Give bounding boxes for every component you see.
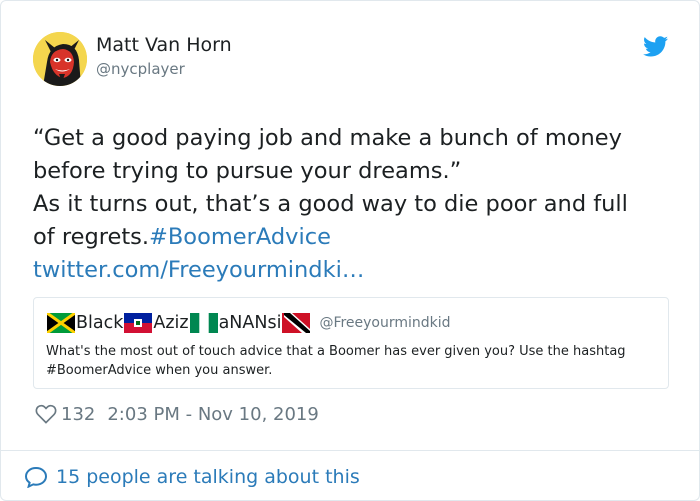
author-screen-name[interactable]: @nycplayer <box>96 60 185 78</box>
speech-bubble-icon <box>24 466 48 488</box>
divider <box>1 450 699 451</box>
conversation-link[interactable]: 15 people are talking about this <box>24 463 360 491</box>
heart-icon[interactable] <box>35 404 57 424</box>
jamaica-flag-icon <box>47 313 75 333</box>
haiti-flag-icon <box>124 313 153 333</box>
nigeria-flag-icon <box>189 313 218 333</box>
tweet-line: before trying to pursue your dreams.” <box>33 158 462 184</box>
tweet-line: “Get a good paying job and make a bunch … <box>33 125 622 151</box>
conversation-text[interactable]: 15 people are talking about this <box>56 466 360 488</box>
tweet-url-link[interactable]: twitter.com/Freeyourmindki… <box>33 254 678 287</box>
trinidad-flag-icon <box>282 313 311 333</box>
quoted-name-part[interactable]: aNANsi <box>219 313 282 333</box>
quoted-tweet-header: Black Aziz aNANsi @Freeyourmindkid <box>46 311 451 335</box>
tweet-text: “Get a good paying job and make a bunch … <box>33 122 678 287</box>
devil-avatar-icon <box>33 32 87 86</box>
quoted-name-part[interactable]: Aziz <box>153 313 188 333</box>
embedded-tweet-card: Matt Van Horn @nycplayer “Get a good pay… <box>0 0 700 501</box>
quoted-name-part[interactable]: Black <box>76 313 123 333</box>
twitter-bird-icon[interactable] <box>643 36 668 57</box>
avatar[interactable] <box>33 32 87 86</box>
tweet-line: As it turns out, that’s a good way to di… <box>33 191 628 217</box>
tweet-line-text: of regrets. <box>33 224 150 250</box>
quoted-tweet-text: What's the most out of touch advice that… <box>46 344 626 378</box>
author-display-name[interactable]: Matt Van Horn <box>96 34 232 56</box>
tweet-meta: 132 2:03 PM - Nov 10, 2019 <box>35 401 319 427</box>
quoted-tweet[interactable]: Black Aziz aNANsi @Freeyourmindkid What'… <box>33 297 669 389</box>
tweet-timestamp[interactable]: 2:03 PM - Nov 10, 2019 <box>107 404 318 425</box>
tweet-line: of regrets.#BoomerAdvice <box>33 221 678 254</box>
quoted-handle[interactable]: @Freeyourmindkid <box>319 315 450 331</box>
like-count[interactable]: 132 <box>61 404 95 425</box>
hashtag-link[interactable]: #BoomerAdvice <box>149 224 331 250</box>
